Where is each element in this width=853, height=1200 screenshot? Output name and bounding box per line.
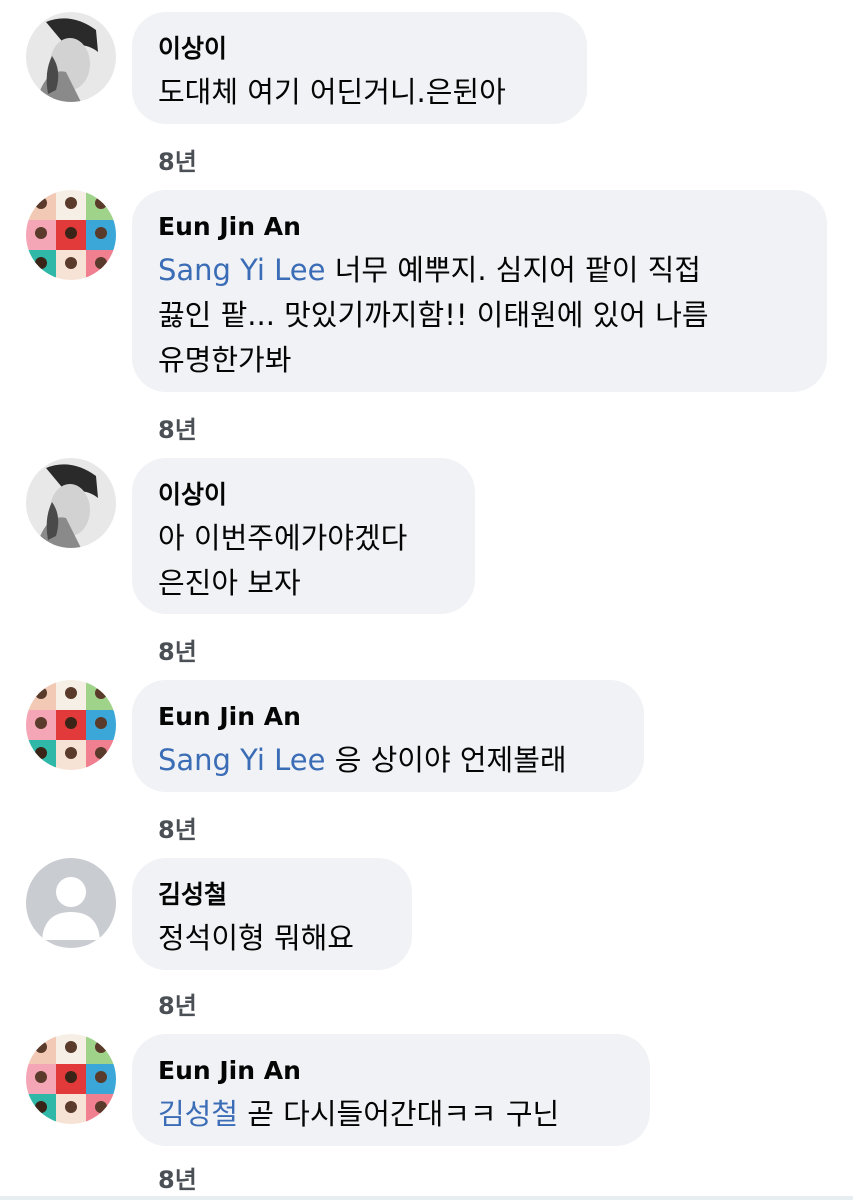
comment-line: 아 이번주에가야겠다 [158, 521, 408, 555]
comment-line: 도대체 여기 어딘거니.은뒨아 [158, 75, 506, 109]
comment-line: 응 상이야 언제볼래 [325, 743, 567, 777]
comment-bubble: 이상이 도대체 여기 어딘거니.은뒨아 [132, 12, 587, 124]
comment-bubble: 김성철 정석이형 뭐해요 [132, 858, 412, 970]
mention-link[interactable]: Sang Yi Lee [158, 743, 325, 777]
comment-timestamp[interactable]: 8년 [158, 632, 197, 667]
avatar[interactable] [26, 1034, 116, 1124]
comment-line: 은진아 보자 [158, 566, 301, 600]
profile-photo-bw [26, 458, 116, 548]
avatar[interactable] [26, 190, 116, 280]
comment-timestamp[interactable]: 8년 [158, 810, 197, 845]
avatar[interactable] [26, 680, 116, 770]
mention-link[interactable]: Sang Yi Lee [158, 253, 325, 287]
comment-text: 아 이번주에가야겠다 은진아 보자 [158, 516, 449, 606]
comment-author[interactable]: Eun Jin An [158, 700, 618, 734]
bottom-divider [0, 1196, 853, 1200]
comment-timestamp[interactable]: 8년 [158, 142, 197, 177]
comment-bubble: 이상이 아 이번주에가야겠다 은진아 보자 [132, 458, 475, 614]
comment-bubble: Eun Jin An Sang Yi Lee 너무 예뿌지. 심지어 팥이 직접… [132, 190, 827, 392]
profile-photo-grid [26, 190, 116, 280]
comment-author[interactable]: 김성철 [158, 878, 386, 912]
profile-photo-grid [26, 680, 116, 770]
default-profile-icon [26, 858, 116, 948]
comment-line: 끓인 팥... 맛있기까지함!! 이태원에 있어 나름 [158, 298, 709, 332]
comment-text: Sang Yi Lee 너무 예뿌지. 심지어 팥이 직접 끓인 팥... 맛있… [158, 248, 801, 383]
avatar[interactable] [26, 858, 116, 948]
comment-line: 너무 예뿌지. 심지어 팥이 직접 [325, 253, 701, 287]
comment-text: 정석이형 뭐해요 [158, 916, 386, 961]
comment-line: 정석이형 뭐해요 [158, 921, 354, 955]
comment-text: 김성철 곧 다시들어간대ㅋㅋ 구닌 [158, 1092, 624, 1137]
profile-photo-grid [26, 1034, 116, 1124]
avatar[interactable] [26, 12, 116, 102]
comment-bubble: Eun Jin An 김성철 곧 다시들어간대ㅋㅋ 구닌 [132, 1034, 650, 1146]
mention-link[interactable]: 김성철 [158, 1097, 238, 1131]
comment-text: Sang Yi Lee 응 상이야 언제볼래 [158, 738, 618, 783]
comment-line: 곧 다시들어간대ㅋㅋ 구닌 [238, 1097, 560, 1131]
comment-author[interactable]: 이상이 [158, 478, 449, 512]
profile-photo-bw [26, 12, 116, 102]
comment-timestamp[interactable]: 8년 [158, 410, 197, 445]
comment-text: 도대체 여기 어딘거니.은뒨아 [158, 70, 561, 115]
comment-author[interactable]: Eun Jin An [158, 1054, 624, 1088]
comment-bubble: Eun Jin An Sang Yi Lee 응 상이야 언제볼래 [132, 680, 644, 792]
avatar[interactable] [26, 458, 116, 548]
comment-author[interactable]: Eun Jin An [158, 210, 801, 244]
comment-author[interactable]: 이상이 [158, 32, 561, 66]
comment-timestamp[interactable]: 8년 [158, 1160, 197, 1195]
comment-line: 유명한가봐 [158, 343, 292, 377]
comment-timestamp[interactable]: 8년 [158, 986, 197, 1021]
